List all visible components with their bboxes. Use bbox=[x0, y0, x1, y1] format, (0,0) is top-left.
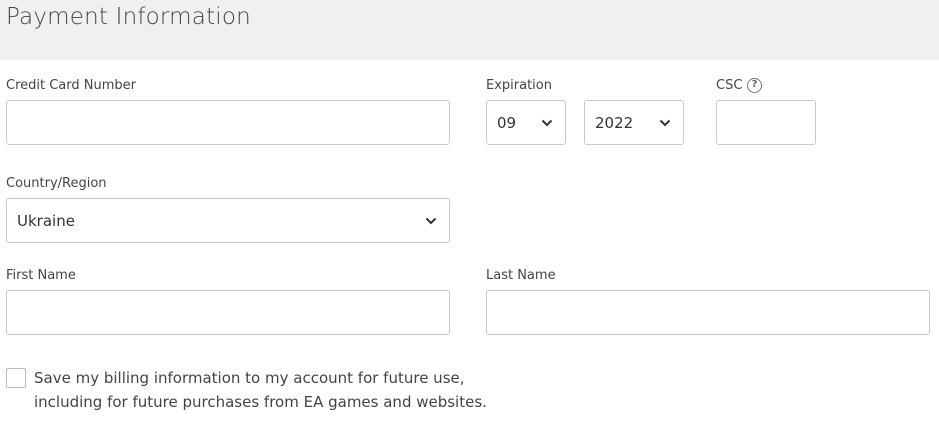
card-number-input[interactable] bbox=[6, 100, 450, 145]
country-select[interactable]: Ukraine bbox=[6, 198, 450, 243]
expiration-year-value: 2022 bbox=[595, 113, 634, 132]
save-billing-checkbox[interactable] bbox=[6, 368, 26, 388]
save-billing-line-2: including for future purchases from EA g… bbox=[34, 393, 487, 411]
help-circle-icon[interactable]: ? bbox=[747, 78, 762, 93]
save-billing-line-1: Save my billing information to my accoun… bbox=[34, 369, 465, 387]
first-name-input[interactable] bbox=[6, 290, 450, 335]
expiration-year-select[interactable]: 2022 bbox=[584, 100, 684, 145]
first-name-label: First Name bbox=[6, 268, 76, 283]
country-label: Country/Region bbox=[6, 176, 107, 191]
csc-label: CSC bbox=[716, 78, 743, 93]
chevron-down-icon bbox=[659, 119, 671, 126]
expiration-month-select[interactable]: 09 bbox=[486, 100, 566, 145]
save-billing-label: Save my billing information to my accoun… bbox=[34, 366, 487, 414]
csc-input[interactable] bbox=[716, 100, 816, 145]
chevron-down-icon bbox=[425, 217, 437, 224]
expiration-label: Expiration bbox=[486, 78, 552, 93]
last-name-label: Last Name bbox=[486, 268, 556, 283]
card-number-label: Credit Card Number bbox=[6, 78, 136, 93]
payment-header: Payment Information bbox=[0, 0, 939, 60]
country-selected-value: Ukraine bbox=[17, 211, 75, 230]
chevron-down-icon bbox=[541, 119, 553, 126]
last-name-input[interactable] bbox=[486, 290, 930, 335]
expiration-month-value: 09 bbox=[497, 113, 517, 132]
page-title: Payment Information bbox=[6, 4, 251, 30]
